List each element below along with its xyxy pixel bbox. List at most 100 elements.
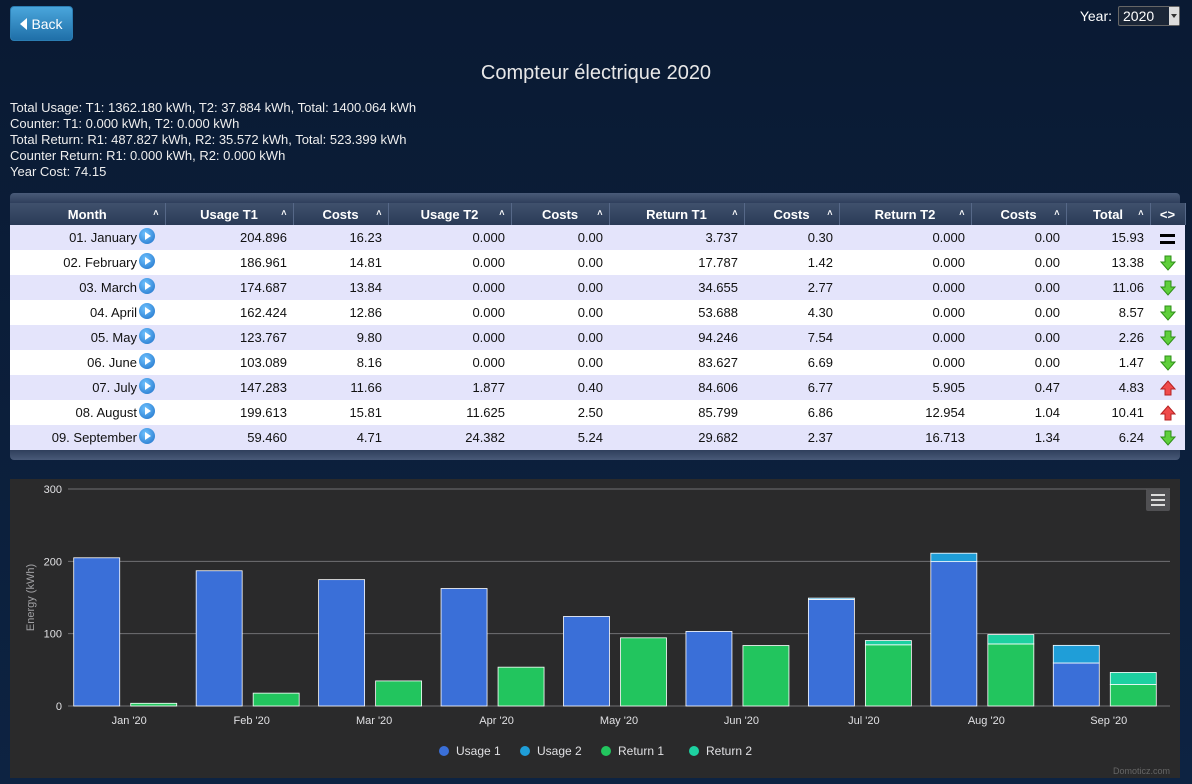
equal-icon xyxy=(1160,233,1175,244)
sort-caret-icon: ˄ xyxy=(732,208,738,218)
column-header-0[interactable]: Month ˄ xyxy=(10,203,166,225)
cell-c3: 6.86 xyxy=(744,400,839,425)
month-table: Month ˄ Usage T1 ˄ Costs ˄ Usage T2 ˄ Costs ˄ Retu… xyxy=(10,203,1186,450)
table-row: 04. April 162.424 12.86 0.000 0.00 53.688 4.30… xyxy=(10,300,1185,325)
summary-total-return: Total Return: R1: 487.827 kWh, R2: 35.57… xyxy=(10,132,407,147)
cell-c3: 6.77 xyxy=(744,375,839,400)
column-header-label: <> xyxy=(1159,206,1176,222)
x-tick-label: Jun '20 xyxy=(724,715,759,727)
play-circle-icon[interactable] xyxy=(139,278,155,294)
cell-c4: 0.00 xyxy=(971,325,1066,350)
column-header-1[interactable]: Usage T1 ˄ xyxy=(165,203,294,225)
bar-usage-1 xyxy=(195,570,243,707)
legend-item: Usage 2 xyxy=(537,744,582,758)
cell-r1: 53.688 xyxy=(609,300,744,325)
cell-c1: 9.80 xyxy=(293,325,388,350)
cell-c1: 8.16 xyxy=(293,350,388,375)
column-header-9[interactable]: Total ˄ xyxy=(1066,203,1151,225)
month-cell: 08. August xyxy=(10,400,165,425)
play-circle-icon[interactable] xyxy=(139,403,155,419)
cell-u1: 199.613 xyxy=(165,400,293,425)
column-header-label: Usage T2 xyxy=(420,206,479,222)
month-label: 01. January xyxy=(69,230,137,245)
table-row: 09. September 59.460 4.71 24.382 5.24 29.682 2… xyxy=(10,425,1185,450)
bar-usage-1 xyxy=(440,588,488,707)
bar-return-1 xyxy=(1109,684,1157,707)
trend-cell xyxy=(1150,275,1185,300)
cell-u1: 174.687 xyxy=(165,275,293,300)
cell-u1: 103.089 xyxy=(165,350,293,375)
cell-total: 11.06 xyxy=(1066,275,1150,300)
play-circle-icon[interactable] xyxy=(139,428,155,444)
cell-u2: 0.000 xyxy=(388,225,511,250)
month-label: 02. February xyxy=(63,255,137,270)
cell-r1: 34.655 xyxy=(609,275,744,300)
table-body: 01. January 204.896 16.23 0.000 0.00 3.737 0.3… xyxy=(10,225,1185,450)
year-dropdown[interactable]: 2020 xyxy=(1118,6,1180,26)
x-tick-label: Sep '20 xyxy=(1090,715,1127,727)
cell-c2: 2.50 xyxy=(511,400,609,425)
trend-cell xyxy=(1150,300,1185,325)
play-circle-icon[interactable] xyxy=(139,378,155,394)
cell-c4: 0.00 xyxy=(971,350,1066,375)
bar-return-1 xyxy=(864,644,912,707)
cell-c4: 0.00 xyxy=(971,250,1066,275)
table-row: 02. February 186.961 14.81 0.000 0.00 17.787 1… xyxy=(10,250,1185,275)
play-circle-icon[interactable] xyxy=(139,353,155,369)
sort-caret-icon: ˄ xyxy=(827,208,833,218)
sort-caret-icon: ˄ xyxy=(1054,208,1060,218)
cell-c1: 11.66 xyxy=(293,375,388,400)
cell-r2: 0.000 xyxy=(839,325,971,350)
sort-caret-icon: ˄ xyxy=(281,208,287,218)
bar-return-1 xyxy=(252,692,300,707)
energy-chart-svg: 0 100 200 300 Energy (kWh) Jan '20 Feb '20 Mar … xyxy=(25,484,1170,758)
cell-total: 10.41 xyxy=(1066,400,1150,425)
month-cell: 02. February xyxy=(10,250,165,275)
back-button[interactable]: Back xyxy=(10,6,73,41)
cell-c3: 1.42 xyxy=(744,250,839,275)
cell-c4: 1.34 xyxy=(971,425,1066,450)
legend-item: Usage 1 xyxy=(456,744,501,758)
column-header-5[interactable]: Return T1 ˄ xyxy=(609,203,745,225)
play-circle-icon[interactable] xyxy=(139,328,155,344)
arrow-down-icon xyxy=(1159,305,1176,321)
back-label: Back xyxy=(31,15,63,32)
cell-c2: 0.00 xyxy=(511,250,609,275)
cell-r1: 94.246 xyxy=(609,325,744,350)
cell-u1: 204.896 xyxy=(165,225,293,250)
play-circle-icon[interactable] xyxy=(139,303,155,319)
column-header-3[interactable]: Usage T2 ˄ xyxy=(388,203,512,225)
column-header-2[interactable]: Costs ˄ xyxy=(293,203,389,225)
column-header-6[interactable]: Costs ˄ xyxy=(744,203,840,225)
cell-u1: 162.424 xyxy=(165,300,293,325)
trend-cell xyxy=(1150,425,1185,450)
table-row: 01. January 204.896 16.23 0.000 0.00 3.737 0.3… xyxy=(10,225,1185,250)
month-label: 08. August xyxy=(75,405,137,420)
cell-u2: 0.000 xyxy=(388,300,511,325)
table-header-row: Month ˄ Usage T1 ˄ Costs ˄ Usage T2 ˄ Costs ˄ Retu… xyxy=(10,203,1186,225)
arrow-down-icon xyxy=(1159,330,1176,346)
column-header-4[interactable]: Costs ˄ xyxy=(511,203,610,225)
cell-c4: 0.47 xyxy=(971,375,1066,400)
arrow-up-icon xyxy=(1159,380,1176,396)
cell-total: 6.24 xyxy=(1066,425,1150,450)
credit-link[interactable]: Domoticz.com xyxy=(1113,766,1170,776)
play-circle-icon[interactable] xyxy=(139,228,155,244)
month-label: 05. May xyxy=(90,330,137,345)
legend-item: Return 1 xyxy=(618,744,664,758)
column-header-7[interactable]: Return T2 ˄ xyxy=(839,203,972,225)
x-tick-label: Mar '20 xyxy=(356,715,392,727)
cell-c1: 13.84 xyxy=(293,275,388,300)
cell-u2: 0.000 xyxy=(388,350,511,375)
column-header-10[interactable]: <> xyxy=(1150,203,1186,225)
bar-usage-1 xyxy=(807,599,855,707)
cell-r1: 85.799 xyxy=(609,400,744,425)
summary-counter-return: Counter Return: R1: 0.000 kWh, R2: 0.000… xyxy=(10,148,286,163)
trend-cell xyxy=(1150,375,1185,400)
chart-menu-button[interactable] xyxy=(1146,489,1170,511)
play-circle-icon[interactable] xyxy=(139,253,155,269)
cell-c2: 0.00 xyxy=(511,275,609,300)
sort-caret-icon: ˄ xyxy=(959,208,965,218)
cell-c3: 4.30 xyxy=(744,300,839,325)
column-header-8[interactable]: Costs ˄ xyxy=(971,203,1067,225)
